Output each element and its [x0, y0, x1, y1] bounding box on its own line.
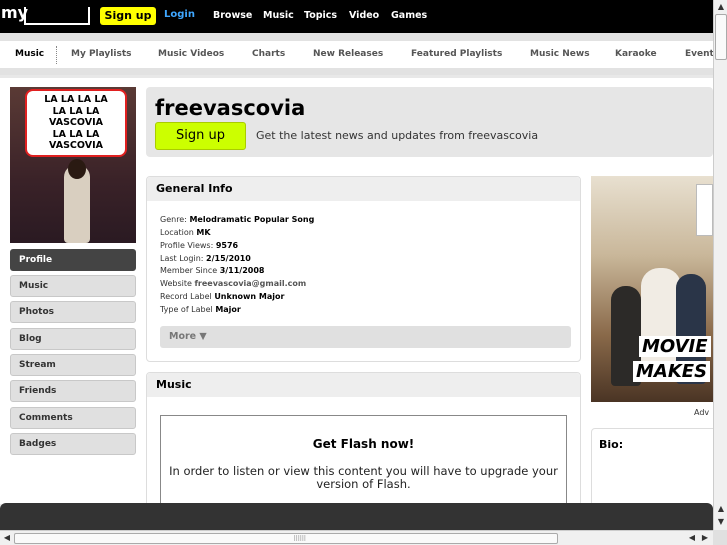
scroll-down-icon[interactable]: ▼ [715, 516, 727, 528]
signup-button[interactable]: Sign up [100, 7, 156, 25]
info-value: Major [215, 305, 241, 314]
info-value: MK [196, 228, 211, 237]
caption-line: LA LA LA LA [44, 94, 108, 105]
info-label: Genre: [160, 215, 187, 224]
info-value: 3/11/2008 [219, 266, 265, 275]
logo-box [24, 7, 90, 25]
general-info-title: General Info [147, 177, 580, 201]
info-row-record-label: Record Label Unknown Major [160, 292, 284, 301]
grip-icon: ⠿⠿⠿ [293, 535, 306, 543]
tab-new-releases[interactable]: New Releases [313, 49, 383, 59]
login-link[interactable]: Login [164, 9, 195, 20]
info-label: Profile Views: [160, 241, 214, 250]
nav-music[interactable]: Music [263, 10, 294, 21]
scroll-left-icon[interactable]: ◀ [1, 532, 13, 544]
nav-topics[interactable]: Topics [304, 10, 337, 21]
caption-line: VASCOVIA [49, 140, 103, 151]
sidebar-item-blog[interactable]: Blog [10, 328, 136, 350]
top-navigation-bar: my Sign up Login Browse Music Topics Vid… [0, 0, 713, 33]
info-row-last-login: Last Login: 2/15/2010 [160, 254, 251, 263]
tab-my-playlists[interactable]: My Playlists [71, 49, 132, 59]
ad-headline-line2: MAKES [633, 361, 711, 382]
nav-browse[interactable]: Browse [213, 10, 252, 21]
profile-picture[interactable]: LA LA LA LA LA LA LA VASCOVIA LA LA LA V… [10, 87, 136, 243]
horizontal-scroll-thumb[interactable]: ⠿⠿⠿ [14, 533, 558, 544]
sidebar-item-stream[interactable]: Stream [10, 354, 136, 376]
tab-charts[interactable]: Charts [252, 49, 285, 59]
advertisement-image[interactable]: MOVIE MAKES [591, 176, 713, 402]
bio-title: Bio: [599, 438, 624, 451]
website-link[interactable]: freevascovia@gmail.com [194, 279, 306, 288]
advertisement-label: Adv [694, 408, 710, 417]
signup-main-button[interactable]: Sign up [155, 122, 246, 150]
vertical-scrollbar[interactable]: ▲ ▲ ▼ [713, 0, 727, 530]
scroll-up-icon[interactable]: ▲ [715, 1, 727, 13]
browser-viewport: my Sign up Login Browse Music Topics Vid… [0, 0, 727, 545]
music-panel-title: Music [147, 373, 580, 397]
ad-inset-frame [696, 184, 713, 236]
tab-music-videos[interactable]: Music Videos [158, 49, 224, 59]
sidebar-item-badges[interactable]: Badges [10, 433, 136, 455]
ad-headline-line1: MOVIE [639, 336, 711, 357]
info-row-location: Location MK [160, 228, 211, 237]
signup-tagline: Get the latest news and updates from fre… [256, 129, 539, 142]
info-label: Last Login: [160, 254, 204, 263]
profile-name: freevascovia [155, 96, 306, 120]
nav-games[interactable]: Games [391, 10, 427, 21]
info-value: Unknown Major [214, 292, 285, 301]
info-label: Website [160, 279, 192, 288]
info-row-member-since: Member Since 3/11/2008 [160, 266, 265, 275]
caption-line: VASCOVIA [49, 117, 103, 128]
info-label: Location [160, 228, 194, 237]
music-tab-bar: Music My Playlists Music Videos Charts N… [0, 33, 714, 75]
tab-strip: Music My Playlists Music Videos Charts N… [0, 41, 714, 68]
sidebar-item-profile[interactable]: Profile [10, 249, 136, 271]
scroll-up-icon[interactable]: ▲ [715, 503, 727, 515]
scroll-right-icon[interactable]: ▶ [699, 532, 711, 544]
sidebar-item-friends[interactable]: Friends [10, 380, 136, 402]
caption-line: LA LA LA [52, 128, 100, 140]
flash-player-placeholder[interactable]: Get Flash now! In order to listen or vie… [160, 415, 567, 515]
more-info-button[interactable]: More ▼ [160, 326, 571, 348]
info-value: Melodramatic Popular Song [189, 215, 315, 224]
info-value: 2/15/2010 [206, 254, 251, 263]
nav-video[interactable]: Video [349, 10, 379, 21]
tab-featured-playlists[interactable]: Featured Playlists [411, 49, 502, 59]
main-content: LA LA LA LA LA LA LA VASCOVIA LA LA LA V… [0, 78, 721, 515]
tab-events[interactable]: Event [685, 49, 714, 59]
info-row-label-type: Type of Label Major [160, 305, 241, 314]
caption-line: LA LA LA [52, 105, 100, 117]
info-row-website: Website freevascovia@gmail.com [160, 279, 306, 288]
tab-music[interactable]: Music [15, 49, 44, 59]
tab-music-news[interactable]: Music News [530, 49, 590, 59]
tab-divider [56, 46, 57, 64]
profile-picture-caption: LA LA LA LA LA LA LA VASCOVIA LA LA LA V… [25, 89, 127, 157]
info-value: 9576 [215, 241, 239, 250]
vertical-scroll-thumb[interactable] [715, 14, 727, 60]
info-label: Record Label [160, 292, 212, 301]
tab-karaoke[interactable]: Karaoke [615, 49, 657, 59]
flash-message: In order to listen or view this content … [169, 464, 558, 491]
scroll-left-icon[interactable]: ◀ [686, 532, 698, 544]
horizontal-scrollbar[interactable]: ◀ ⠿⠿⠿ ◀ ▶ [0, 530, 713, 545]
bottom-toolbar [0, 503, 713, 530]
flash-title: Get Flash now! [312, 437, 415, 451]
sidebar-item-comments[interactable]: Comments [10, 407, 136, 429]
info-row-profile-views: Profile Views: 9576 [160, 241, 238, 250]
info-row-genre: Genre: Melodramatic Popular Song [160, 215, 314, 224]
sidebar-item-music[interactable]: Music [10, 275, 136, 297]
scrollbar-corner [713, 530, 727, 545]
info-label: Member Since [160, 266, 218, 275]
info-label: Type of Label [160, 305, 213, 314]
singer-head [68, 159, 86, 179]
sidebar-item-photos[interactable]: Photos [10, 301, 136, 323]
